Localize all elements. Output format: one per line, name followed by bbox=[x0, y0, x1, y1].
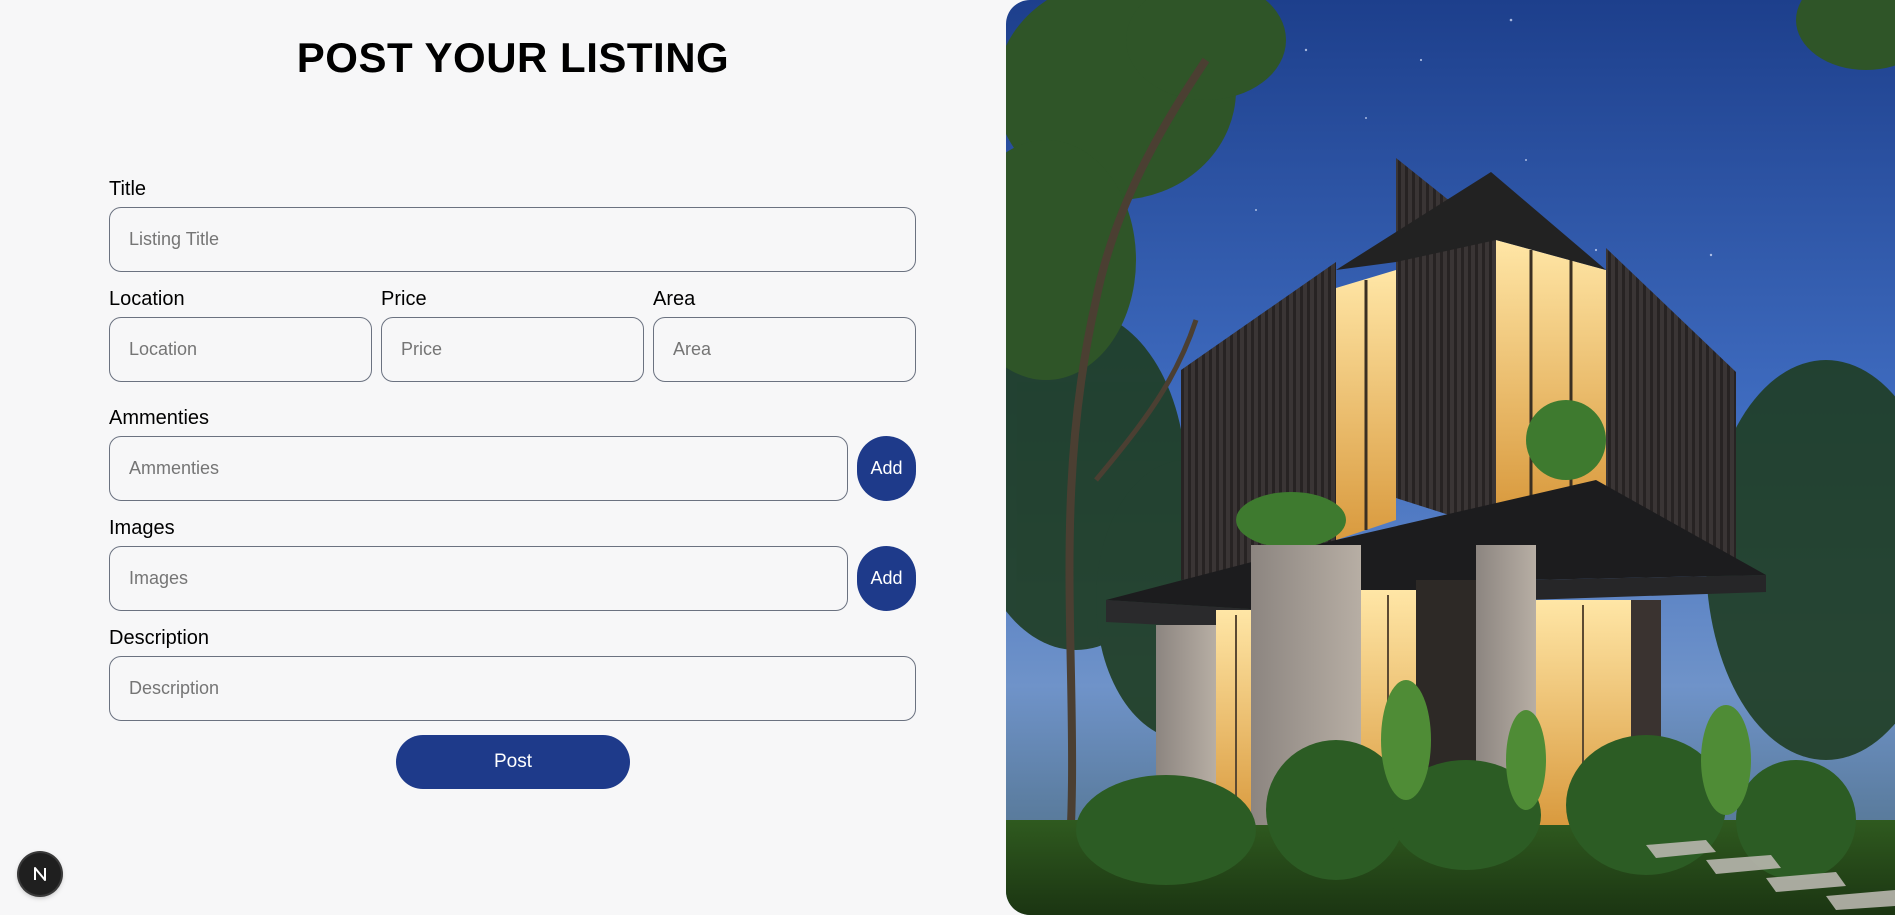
amenities-label: Ammenties bbox=[109, 407, 210, 429]
page-title: POST YOUR LISTING bbox=[296, 34, 730, 81]
post-button[interactable]: Post bbox=[396, 735, 630, 789]
area-input[interactable] bbox=[653, 317, 916, 382]
modern-house-illustration bbox=[1006, 0, 1895, 915]
description-label: Description bbox=[109, 627, 210, 649]
add-image-button[interactable]: Add bbox=[857, 546, 916, 611]
images-input[interactable] bbox=[109, 546, 848, 611]
title-input[interactable] bbox=[109, 207, 916, 272]
page: POST YOUR LISTING Title Location Price A… bbox=[0, 0, 1895, 915]
price-label: Price bbox=[381, 288, 427, 310]
nextjs-devtools-button[interactable] bbox=[19, 853, 61, 895]
title-label: Title bbox=[109, 178, 147, 200]
location-label: Location bbox=[109, 288, 185, 310]
area-label: Area bbox=[653, 288, 696, 310]
images-label: Images bbox=[109, 517, 175, 539]
listing-form: POST YOUR LISTING Title Location Price A… bbox=[0, 0, 1006, 915]
description-input[interactable] bbox=[109, 656, 916, 721]
location-input[interactable] bbox=[109, 317, 372, 382]
price-input[interactable] bbox=[381, 317, 644, 382]
amenities-input[interactable] bbox=[109, 436, 848, 501]
nextjs-logo-icon bbox=[34, 867, 46, 881]
add-amenity-button[interactable]: Add bbox=[857, 436, 916, 501]
hero-house-image bbox=[1006, 0, 1895, 915]
